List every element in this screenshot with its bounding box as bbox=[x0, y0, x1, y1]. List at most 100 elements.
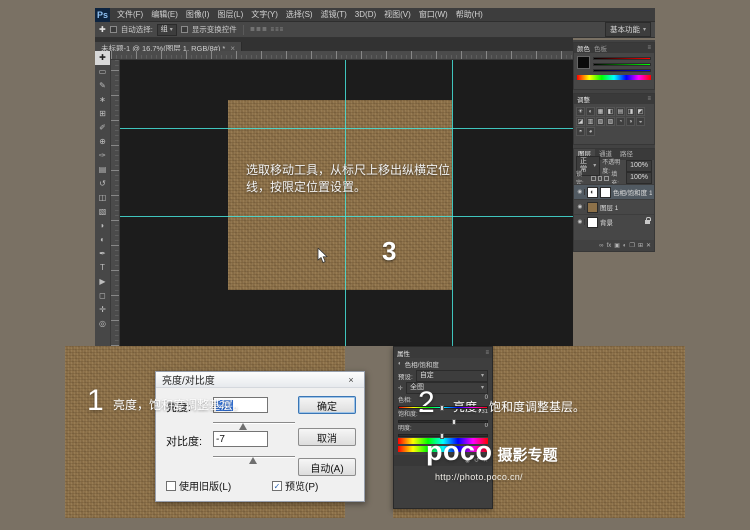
tool-lasso-icon[interactable]: ✎ bbox=[95, 79, 110, 93]
link-layers-icon[interactable]: ∞ bbox=[599, 243, 603, 249]
green-slider[interactable] bbox=[593, 63, 651, 66]
adjustment-icon[interactable]: ◕ bbox=[586, 127, 595, 136]
adjustment-icon[interactable]: ▥ bbox=[586, 117, 595, 126]
tool-type-icon[interactable]: T bbox=[95, 261, 110, 275]
adjustment-icon[interactable]: ◩ bbox=[636, 107, 645, 116]
layer-mask-thumbnail[interactable] bbox=[600, 187, 611, 198]
layer-thumbnail[interactable] bbox=[587, 217, 598, 228]
tool-eraser-icon[interactable]: ◫ bbox=[95, 191, 110, 205]
tool-crop-icon[interactable]: ⊞ bbox=[95, 107, 110, 121]
menu-item-view[interactable]: 视图(V) bbox=[380, 8, 415, 22]
menu-item-window[interactable]: 窗口(W) bbox=[415, 8, 452, 22]
adjustment-icon[interactable]: ▦ bbox=[596, 107, 605, 116]
red-slider[interactable] bbox=[593, 57, 651, 60]
menu-item-select[interactable]: 选择(S) bbox=[282, 8, 317, 22]
adjustment-icon[interactable]: ◧ bbox=[606, 107, 615, 116]
layer-style-icon[interactable]: fx bbox=[607, 243, 612, 249]
auto-button[interactable]: 自动(A) bbox=[298, 458, 356, 476]
layer-row-layer1[interactable]: ◉ 图层 1 bbox=[574, 199, 654, 214]
blue-slider[interactable] bbox=[593, 69, 651, 72]
adjustment-icon[interactable]: ◨ bbox=[626, 107, 635, 116]
menu-item-3d[interactable]: 3D(D) bbox=[351, 8, 380, 22]
tab-properties[interactable]: 属性 bbox=[397, 348, 410, 358]
tool-brush-icon[interactable]: ✑ bbox=[95, 149, 110, 163]
tool-zoom-icon[interactable]: ◎ bbox=[95, 317, 110, 331]
panel-menu-icon[interactable]: ≡ bbox=[647, 45, 651, 51]
adjustment-icon[interactable]: ◑ bbox=[626, 117, 635, 126]
tool-history-brush-icon[interactable]: ↺ bbox=[95, 177, 110, 191]
delete-layer-icon[interactable]: ✕ bbox=[646, 242, 651, 249]
tool-clone-stamp-icon[interactable]: ▤ bbox=[95, 163, 110, 177]
fill-value[interactable]: 100% bbox=[626, 172, 652, 184]
menu-item-layer[interactable]: 图层(L) bbox=[213, 8, 247, 22]
preview-checkbox[interactable]: ✓预览(P) bbox=[272, 478, 318, 493]
layer-thumbnail[interactable] bbox=[587, 202, 598, 213]
tool-gradient-icon[interactable]: ▧ bbox=[95, 205, 110, 219]
contrast-slider[interactable] bbox=[213, 454, 295, 464]
preset-select[interactable]: 自定▾ bbox=[416, 370, 488, 382]
new-layer-icon[interactable]: ⊞ bbox=[638, 242, 643, 249]
foreground-color-swatch[interactable] bbox=[577, 56, 590, 69]
tool-path-selection-icon[interactable]: ▶ bbox=[95, 275, 110, 289]
adjustment-icon[interactable]: ◓ bbox=[576, 127, 585, 136]
tool-eyedropper-icon[interactable]: ✐ bbox=[95, 121, 110, 135]
menu-item-help[interactable]: 帮助(H) bbox=[452, 8, 487, 22]
brightness-slider[interactable] bbox=[213, 420, 295, 430]
adjustment-icon[interactable]: ▧ bbox=[596, 117, 605, 126]
dialog-close-icon[interactable]: × bbox=[344, 375, 358, 385]
adjustment-icon[interactable]: ◐ bbox=[586, 107, 595, 116]
adjustment-icon[interactable]: ◔ bbox=[616, 117, 625, 126]
tool-blur-icon[interactable]: ◗ bbox=[95, 219, 110, 233]
vertical-guide[interactable] bbox=[345, 60, 346, 346]
photoshop-logo[interactable]: Ps bbox=[95, 8, 110, 22]
adjustment-icon[interactable]: ▤ bbox=[616, 107, 625, 116]
horizontal-guide[interactable] bbox=[120, 128, 573, 129]
add-mask-icon[interactable]: ▣ bbox=[614, 242, 620, 249]
workspace-switcher[interactable]: 基本功能▾ bbox=[605, 22, 651, 37]
adjustment-icon[interactable]: ▨ bbox=[606, 117, 615, 126]
opacity-value[interactable]: 100% bbox=[626, 160, 652, 172]
adjustment-layer-thumbnail[interactable]: ◐ bbox=[587, 187, 598, 198]
panel-menu-icon[interactable]: ≡ bbox=[647, 96, 651, 102]
show-transform-checkbox[interactable] bbox=[181, 26, 188, 33]
tool-move-icon[interactable]: ✚ bbox=[95, 51, 110, 65]
menu-item-filter[interactable]: 滤镜(T) bbox=[317, 8, 351, 22]
tool-shape-icon[interactable]: ◻ bbox=[95, 289, 110, 303]
menu-item-type[interactable]: 文字(Y) bbox=[247, 8, 282, 22]
visibility-eye-icon[interactable]: ◉ bbox=[576, 219, 585, 225]
cancel-button[interactable]: 取消 bbox=[298, 428, 356, 446]
tab-adjustments[interactable]: 调整 bbox=[577, 94, 590, 104]
lightness-slider[interactable]: 明度:0 bbox=[394, 422, 492, 436]
auto-select-checkbox[interactable] bbox=[110, 26, 117, 33]
ok-button[interactable]: 确定 bbox=[298, 396, 356, 414]
contrast-input[interactable]: -7 bbox=[213, 431, 268, 447]
tab-swatches[interactable]: 色板 bbox=[594, 43, 607, 53]
horizontal-ruler[interactable] bbox=[111, 51, 573, 60]
lock-position-icon[interactable] bbox=[604, 176, 609, 181]
panel-menu-icon[interactable]: ≡ bbox=[485, 350, 489, 356]
horizontal-guide[interactable] bbox=[120, 216, 573, 217]
tab-color[interactable]: 颜色 bbox=[577, 43, 590, 53]
adjustment-icon[interactable]: ◒ bbox=[636, 117, 645, 126]
align-distribute-icons[interactable]: ≣≣≣ ≡≡≡ bbox=[250, 26, 284, 33]
tool-dodge-icon[interactable]: ◐ bbox=[95, 233, 110, 247]
tool-pen-icon[interactable]: ✒ bbox=[95, 247, 110, 261]
new-adjustment-icon[interactable]: ◐ bbox=[623, 243, 627, 249]
visibility-eye-icon[interactable]: ◉ bbox=[576, 189, 585, 195]
layer-row-background[interactable]: ◉ 背景 bbox=[574, 214, 654, 229]
tool-hand-icon[interactable]: ✛ bbox=[95, 303, 110, 317]
vertical-ruler[interactable] bbox=[111, 60, 120, 346]
new-group-icon[interactable]: ❐ bbox=[630, 242, 635, 249]
canvas[interactable]: 选取移动工具，从标尺上移出纵横定位 线，按限定位置设置。 3 bbox=[120, 60, 573, 346]
menu-item-file[interactable]: 文件(F) bbox=[113, 8, 147, 22]
menu-item-image[interactable]: 图像(I) bbox=[182, 8, 214, 22]
menu-item-edit[interactable]: 编辑(E) bbox=[147, 8, 182, 22]
tool-healing-brush-icon[interactable]: ⊕ bbox=[95, 135, 110, 149]
adjustment-icon[interactable]: ☀ bbox=[576, 107, 585, 116]
visibility-eye-icon[interactable]: ◉ bbox=[576, 204, 585, 210]
color-spectrum-bar[interactable] bbox=[577, 75, 651, 80]
use-legacy-checkbox[interactable]: 使用旧版(L) bbox=[166, 478, 231, 493]
tool-quick-selection-icon[interactable]: ∗ bbox=[95, 93, 110, 107]
tool-marquee-icon[interactable]: ▭ bbox=[95, 65, 110, 79]
vertical-guide[interactable] bbox=[452, 60, 453, 346]
